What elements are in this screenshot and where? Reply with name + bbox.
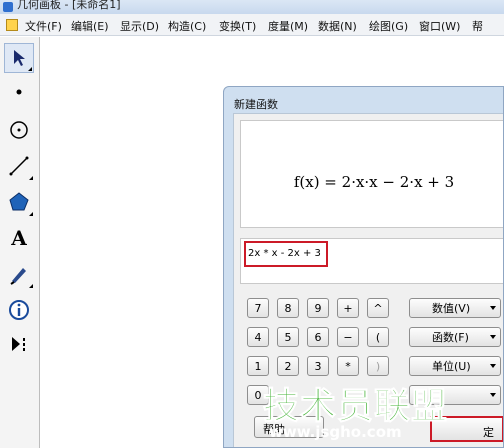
- line-tool-button[interactable]: [4, 151, 34, 181]
- marker-tool-icon: [10, 268, 26, 285]
- key-1[interactable]: 1: [247, 356, 269, 376]
- menu-construct[interactable]: 构造(C): [168, 18, 206, 34]
- custom-tool-icon: [12, 337, 25, 351]
- polygon-tool-button[interactable]: [4, 187, 34, 217]
- app-icon: [3, 2, 13, 12]
- key-minus[interactable]: −: [337, 327, 359, 347]
- key-5[interactable]: 5: [277, 327, 299, 347]
- window-title-bar: 几何画板 - [未命名1]: [0, 0, 504, 14]
- point-tool-icon: [16, 89, 22, 95]
- units-dropdown[interactable]: 单位(U): [409, 356, 501, 376]
- watermark-logo: 技术员联盟 www.jsgho.com: [262, 377, 463, 445]
- key-2[interactable]: 2: [277, 356, 299, 376]
- key-4[interactable]: 4: [247, 327, 269, 347]
- arrow-tool-button[interactable]: [4, 43, 34, 73]
- values-dropdown-label: 数值(V): [432, 302, 471, 315]
- formula-preview: f(x) = 2·x·x − 2·x + 3: [293, 173, 455, 191]
- text-tool-button[interactable]: A: [4, 223, 34, 253]
- values-dropdown[interactable]: 数值(V): [409, 298, 501, 318]
- window-title: 几何画板 - [未命名1]: [17, 0, 121, 11]
- dialog-title: 新建函数: [234, 98, 278, 111]
- menu-transform[interactable]: 变换(T): [219, 18, 256, 34]
- menu-bar: 文件(F) 编辑(E) 显示(D) 构造(C) 变换(T) 度量(M) 数据(N…: [0, 14, 504, 36]
- key-plus[interactable]: +: [337, 298, 359, 318]
- key-9[interactable]: 9: [307, 298, 329, 318]
- menu-measure[interactable]: 度量(M): [268, 18, 308, 34]
- custom-tool-button[interactable]: [4, 329, 34, 359]
- point-tool-button[interactable]: [4, 77, 34, 107]
- menu-help[interactable]: 帮: [472, 18, 483, 34]
- info-tool-icon: [9, 300, 29, 320]
- key-3[interactable]: 3: [307, 356, 329, 376]
- functions-dropdown[interactable]: 函数(F): [409, 327, 501, 347]
- polygon-tool-icon: [9, 192, 29, 211]
- compass-tool-button[interactable]: [4, 115, 34, 145]
- compass-tool-icon: [10, 121, 28, 139]
- formula-preview-panel: f(x) = 2·x·x − 2·x + 3: [240, 120, 503, 228]
- key-open-paren[interactable]: (: [367, 327, 389, 347]
- menu-file[interactable]: 文件(F): [25, 18, 62, 34]
- more-tools-indicator: [28, 63, 32, 71]
- marker-tool-button[interactable]: [4, 259, 34, 289]
- document-icon[interactable]: [6, 19, 18, 31]
- expression-input[interactable]: 2x * x - 2x + 3: [244, 241, 328, 267]
- chevron-down-icon: [490, 335, 496, 339]
- key-power[interactable]: ^: [367, 298, 389, 318]
- chevron-down-icon: [490, 364, 496, 368]
- menu-data[interactable]: 数据(N): [318, 18, 357, 34]
- more-tools-indicator: [29, 172, 33, 180]
- menu-display[interactable]: 显示(D): [120, 18, 159, 34]
- menu-graph[interactable]: 绘图(G): [369, 18, 408, 34]
- expression-panel: 2x * x - 2x + 3: [240, 238, 503, 284]
- menu-edit[interactable]: 编辑(E): [71, 18, 109, 34]
- watermark-url: www.jsgho.com: [269, 423, 402, 441]
- key-6[interactable]: 6: [307, 327, 329, 347]
- key-close-paren[interactable]: ): [367, 356, 389, 376]
- watermark-text: 技术员联盟: [262, 386, 449, 428]
- menu-window[interactable]: 窗口(W): [419, 18, 460, 34]
- more-tools-indicator: [29, 208, 33, 216]
- line-tool-icon: [9, 156, 29, 176]
- text-tool-icon: A: [11, 226, 27, 250]
- more-tools-indicator: [29, 280, 33, 288]
- chevron-down-icon: [490, 306, 496, 310]
- arrow-tool-icon: [14, 50, 25, 66]
- units-dropdown-label: 单位(U): [432, 360, 471, 373]
- key-8[interactable]: 8: [277, 298, 299, 318]
- key-multiply[interactable]: *: [337, 356, 359, 376]
- info-tool-button[interactable]: [4, 295, 34, 325]
- toolbox: A: [0, 37, 40, 448]
- chevron-down-icon: [490, 393, 496, 397]
- functions-dropdown-label: 函数(F): [432, 331, 469, 344]
- key-7[interactable]: 7: [247, 298, 269, 318]
